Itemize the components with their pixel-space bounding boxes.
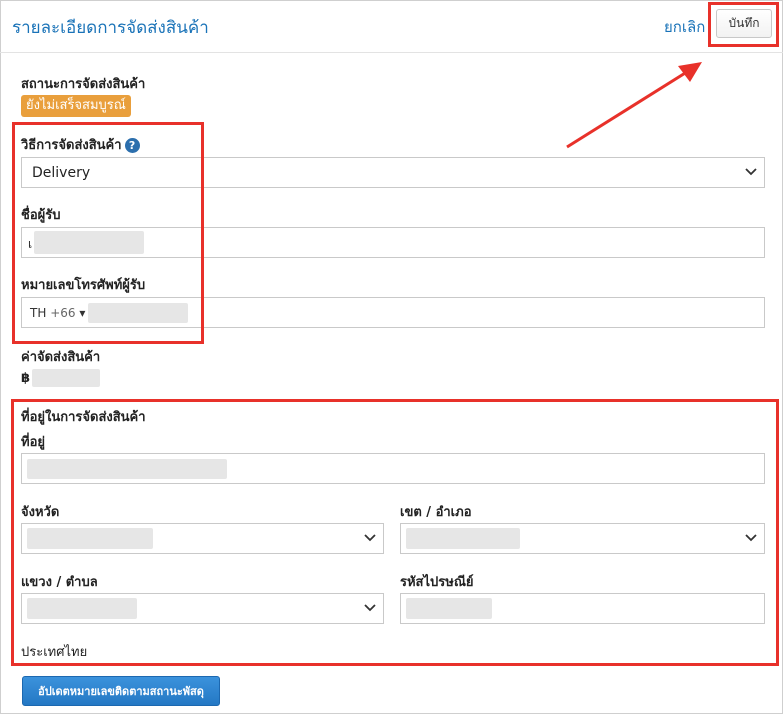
- subdistrict-select[interactable]: [21, 593, 384, 624]
- recipient-name-input[interactable]: เ: [21, 227, 765, 258]
- redacted-address: [27, 459, 227, 479]
- page-title: รายละเอียดการจัดส่งสินค้า: [12, 18, 209, 38]
- cancel-link[interactable]: ยกเลิก: [664, 15, 705, 39]
- redacted-postcode: [406, 598, 492, 619]
- update-tracking-button[interactable]: อัปเดตหมายเลขติดตามสถานะพัสดุ: [22, 676, 220, 706]
- currency-symbol: ฿: [21, 371, 31, 386]
- caret-down-icon: ▾: [79, 306, 86, 320]
- redacted-phone: [88, 303, 188, 323]
- redacted-district: [406, 528, 520, 549]
- subdistrict-label: แขวง / ตำบล: [21, 575, 98, 590]
- page-header: รายละเอียดการจัดส่งสินค้า ยกเลิก บันทึก: [0, 0, 783, 53]
- redacted-province: [27, 528, 153, 549]
- recipient-phone-label: หมายเลขโทรศัพท์ผู้รับ: [21, 278, 146, 293]
- postcode-label: รหัสไปรษณีย์: [400, 575, 474, 590]
- chevron-down-icon: [364, 604, 376, 612]
- shipping-method-label: วิธีการจัดส่งสินค้า?: [21, 134, 140, 155]
- recipient-name-label: ชื่อผู้รับ: [21, 208, 61, 223]
- redacted-name: [34, 231, 144, 254]
- address-label: ที่อยู่: [21, 435, 45, 450]
- shipping-method-select[interactable]: Delivery: [21, 157, 765, 188]
- shipping-method-value: Delivery: [32, 165, 91, 181]
- district-select[interactable]: [400, 523, 765, 554]
- recipient-name-value: เ: [28, 237, 33, 251]
- address-section-heading: ที่อยู่ในการจัดส่งสินค้า: [21, 410, 146, 425]
- chevron-down-icon: [745, 534, 757, 542]
- save-button[interactable]: บันทึก: [716, 9, 772, 38]
- province-label: จังหวัด: [21, 505, 60, 520]
- redacted-subdistrict: [27, 598, 137, 619]
- recipient-phone-input[interactable]: TH +66 ▾: [21, 297, 765, 328]
- chevron-down-icon: [745, 168, 757, 176]
- country-code: TH: [30, 306, 47, 320]
- status-badge: ยังไม่เสร็จสมบูรณ์: [21, 95, 131, 117]
- address-input[interactable]: [21, 453, 765, 484]
- district-label: เขต / อำเภอ: [400, 505, 472, 520]
- redacted-fee: [32, 369, 100, 387]
- chevron-down-icon: [364, 534, 376, 542]
- shipping-fee-label: ค่าจัดส่งสินค้า: [21, 350, 101, 365]
- country-code-selector[interactable]: TH +66 ▾: [30, 306, 85, 320]
- province-select[interactable]: [21, 523, 384, 554]
- shipping-method-label-text: วิธีการจัดส่งสินค้า: [21, 138, 122, 153]
- question-circle-icon[interactable]: ?: [124, 138, 140, 153]
- dial-code: +66: [50, 306, 76, 320]
- country-text: ประเทศไทย: [21, 645, 88, 660]
- shipping-status-label: สถานะการจัดส่งสินค้า: [21, 77, 146, 92]
- postcode-input[interactable]: [400, 593, 765, 624]
